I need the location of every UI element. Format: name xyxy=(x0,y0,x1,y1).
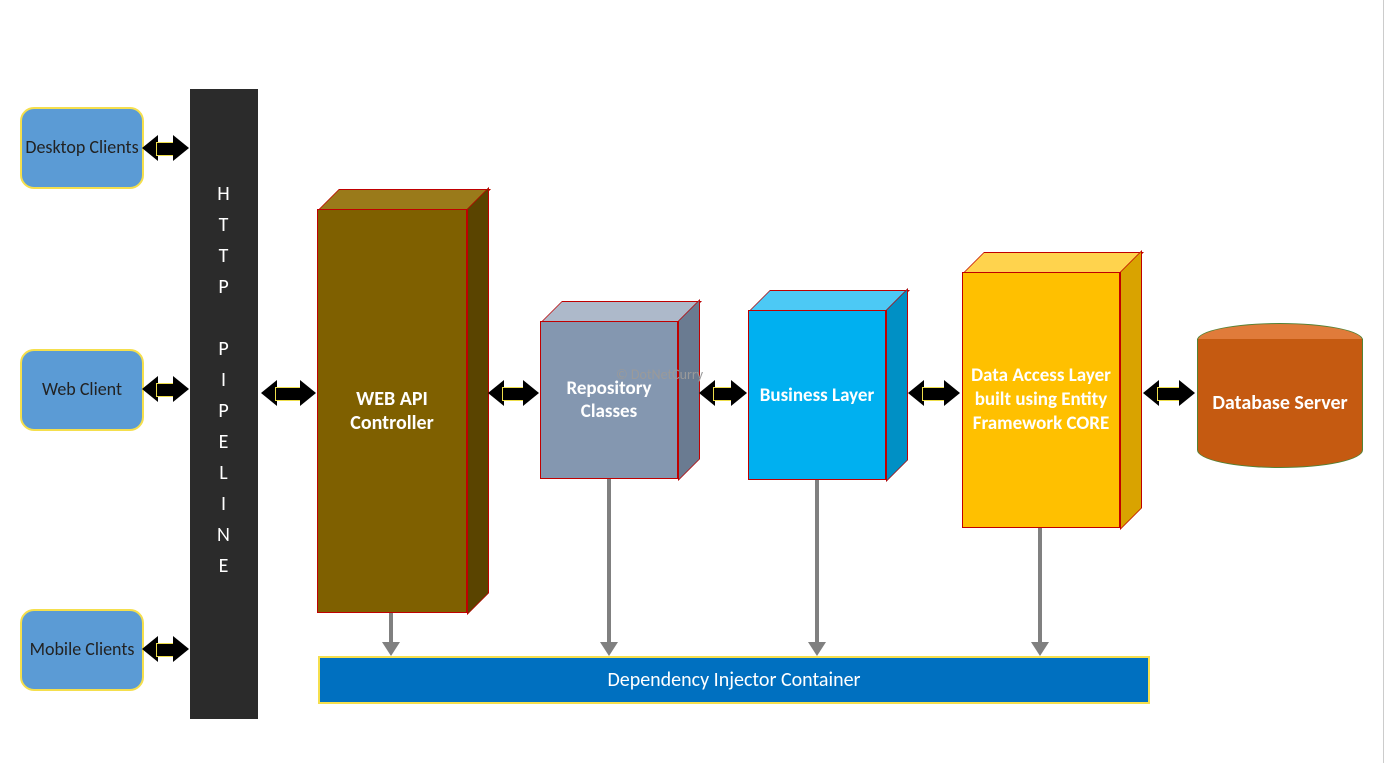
arrow-biz-dal xyxy=(908,380,960,406)
client-desktop: Desktop Clients xyxy=(20,107,144,189)
arrow-mobile-pipeline xyxy=(142,636,189,662)
database-server-label: Database Server xyxy=(1212,391,1347,415)
arrow-dal-db xyxy=(1143,380,1195,406)
arrow-desktop-pipeline xyxy=(142,135,189,161)
cube-dal-label: Data Access Layer built using Entity Fra… xyxy=(969,364,1113,435)
client-web: Web Client xyxy=(20,349,144,431)
architecture-diagram: Desktop Clients Web Client Mobile Client… xyxy=(0,0,1386,763)
arrow-pipeline-webapi xyxy=(261,380,316,406)
down-arrow-biz xyxy=(815,480,819,642)
down-arrow-repo xyxy=(607,479,611,642)
down-arrow-webapi xyxy=(389,613,393,642)
cube-business-label: Business Layer xyxy=(760,384,874,407)
client-desktop-label: Desktop Clients xyxy=(25,138,138,158)
http-pipeline-label: H T T P P I P E L I N E xyxy=(190,179,258,582)
watermark: © DotNetCurry xyxy=(616,366,703,383)
arrow-repo-biz xyxy=(699,380,747,406)
client-mobile: Mobile Clients xyxy=(20,609,144,691)
di-container-label: Dependency Injector Container xyxy=(607,668,860,692)
http-pipeline: H T T P P I P E L I N E xyxy=(190,89,258,719)
di-container: Dependency Injector Container xyxy=(318,656,1150,704)
arrow-web-pipeline xyxy=(142,376,189,402)
client-web-label: Web Client xyxy=(42,380,122,400)
cube-repository-label: Repository Classes xyxy=(547,377,671,423)
arrow-webapi-repo xyxy=(488,380,539,406)
down-arrow-dal xyxy=(1038,528,1042,642)
cube-webapi-label: WEB API Controller xyxy=(324,387,460,435)
page-edge xyxy=(1383,0,1384,763)
client-mobile-label: Mobile Clients xyxy=(30,640,135,660)
